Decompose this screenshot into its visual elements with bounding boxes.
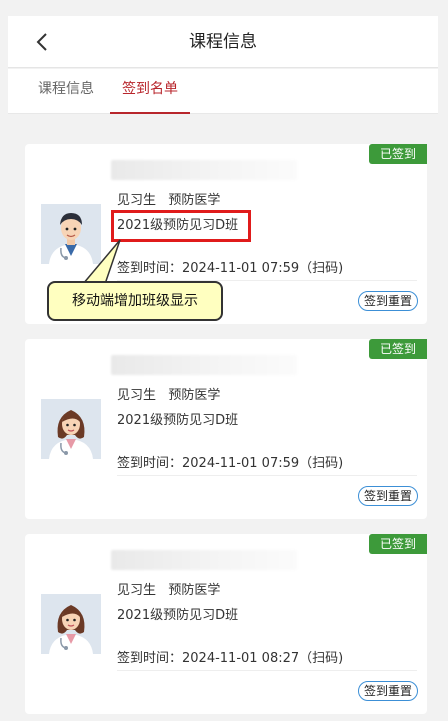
page-title: 课程信息 (189, 32, 257, 52)
phone-screen: 课程信息 课程信息 签到名单 已签到 见习生 预防医学 2021级预防见习D班 … (8, 16, 438, 721)
status-badge: 已签到 (369, 144, 427, 164)
student-major: 预防医学 (168, 583, 221, 598)
tab-course-info[interactable]: 课程信息 (22, 69, 110, 114)
annotation-callout: 移动端增加班级显示 (47, 281, 223, 321)
student-name-redacted (111, 355, 297, 375)
student-role-major: 见习生 预防医学 (117, 579, 220, 598)
student-major: 预防医学 (168, 388, 221, 403)
divider (117, 475, 417, 476)
female-doctor-avatar-icon (41, 594, 101, 654)
avatar (41, 594, 101, 654)
checkin-reset-button[interactable]: 签到重置 (358, 681, 418, 701)
student-role: 见习生 (117, 388, 157, 403)
student-name-redacted (111, 160, 297, 180)
female-doctor-avatar-icon (41, 399, 101, 459)
tab-bar: 课程信息 签到名单 (8, 69, 438, 114)
navigation-bar: 课程信息 (8, 16, 438, 68)
checkin-record-card: 已签到 见习生 预防医学 2021级预防见习D班 签到时间：2024-11-01 (25, 339, 427, 519)
checkin-time: 签到时间：2024-11-01 07:59（扫码) (117, 261, 344, 276)
student-role-major: 见习生 预防医学 (117, 384, 220, 403)
avatar (41, 399, 101, 459)
student-role: 见习生 (117, 583, 157, 598)
checkin-time: 签到时间：2024-11-01 07:59（扫码) (117, 456, 344, 471)
status-badge: 已签到 (369, 534, 427, 554)
student-name-redacted (111, 550, 297, 570)
checkin-time: 签到时间：2024-11-01 08:27（扫码) (117, 651, 344, 666)
tab-checkin-list[interactable]: 签到名单 (110, 69, 190, 114)
checkin-reset-button[interactable]: 签到重置 (358, 291, 418, 311)
divider (117, 670, 417, 671)
student-class: 2021级预防见习D班 (117, 413, 239, 428)
checkin-reset-button[interactable]: 签到重置 (358, 486, 418, 506)
status-badge: 已签到 (369, 339, 427, 359)
callout-pointer (81, 239, 121, 285)
checkin-record-card: 已签到 见习生 预防医学 2021级预防见习D班 签到时间：2024-11-01 (25, 144, 427, 324)
student-class: 2021级预防见习D班 (117, 608, 239, 623)
checkin-record-card: 已签到 见习生 预防医学 2021级预防见习D班 签到时间：2024-11-01 (25, 534, 427, 714)
student-major: 预防医学 (168, 193, 221, 208)
